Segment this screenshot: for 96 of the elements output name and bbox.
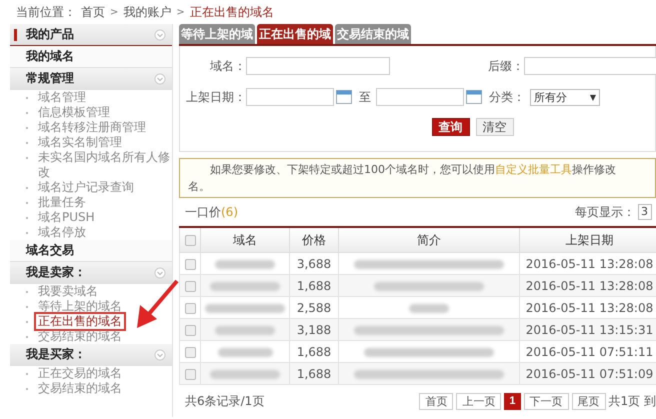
row-checkbox[interactable]: [184, 302, 196, 314]
table-cell: 3,188: [290, 318, 338, 340]
row-checkbox[interactable]: [184, 280, 196, 292]
table-cell: 2016-05-11 13:28:08: [520, 252, 656, 274]
table-cell: 1,688: [290, 340, 338, 362]
tab[interactable]: 正在出售的域: [257, 24, 333, 44]
chevron-down-icon[interactable]: [154, 72, 166, 84]
next-page-button[interactable]: 下一页: [524, 392, 569, 410]
range-label: 至: [359, 88, 371, 106]
prev-page-button[interactable]: 上一页: [456, 392, 502, 410]
row-checkbox[interactable]: [184, 368, 196, 380]
row-checkbox[interactable]: [184, 324, 196, 336]
sidebar-link[interactable]: 正在交易的域名: [36, 366, 124, 381]
chevron-down-icon[interactable]: [154, 28, 166, 40]
table-cell: 2016-05-11 13:28:08: [520, 274, 656, 296]
redacted-block: [215, 326, 275, 335]
field-label: 后缀：: [487, 58, 524, 74]
sidebar-link[interactable]: 交易结束的域名: [36, 329, 124, 344]
first-page-button[interactable]: 首页: [419, 392, 454, 410]
page-total: 共1页 到: [608, 392, 656, 410]
sidebar-link[interactable]: 域名过户记录查询: [36, 180, 136, 195]
sidebar-link[interactable]: 等待上架的域名: [36, 299, 124, 314]
table-cell: 2016-05-11 13:15:31: [520, 318, 656, 340]
field-label: 域名：: [209, 58, 246, 74]
active-marker-icon: [14, 28, 17, 40]
sidebar-section-header[interactable]: 我的产品: [10, 24, 172, 46]
sidebar-link[interactable]: 域名管理: [36, 90, 88, 105]
row-checkbox[interactable]: [184, 346, 196, 358]
field-label: 上架日期：: [185, 88, 246, 106]
redacted-block: [210, 370, 280, 379]
per-page-select[interactable]: 3: [638, 204, 652, 220]
domain-input[interactable]: [246, 57, 390, 75]
column-header: 域名: [200, 227, 290, 252]
chevron-down-icon[interactable]: [154, 348, 166, 360]
tab[interactable]: 等待上架的域: [179, 24, 255, 44]
section-title: 我是买家：: [26, 346, 87, 363]
page-number[interactable]: 1: [504, 392, 521, 410]
table-cell: 2016-05-11 07:51:09: [520, 362, 656, 384]
per-page-label: 每页显示：: [575, 204, 635, 220]
date-input[interactable]: [246, 88, 334, 106]
section-title: 常规管理: [26, 70, 75, 87]
breadcrumb-separator: >: [110, 6, 118, 18]
select-all-cell[interactable]: [180, 227, 200, 252]
redacted-block: [210, 282, 280, 291]
redacted-block: [218, 348, 272, 357]
section-title: 域名交易: [26, 242, 75, 259]
notice-text: 如果您要修改、下架特定或超过100个域名时，您可以使用 自定义批量工具操作修改: [209, 162, 617, 178]
section-title: 我的产品: [26, 26, 75, 43]
table-cell: 2016-05-11 07:51:11: [520, 340, 656, 362]
annotation-arrow: [137, 280, 179, 328]
record-summary: 共6条记录/1页: [185, 392, 264, 410]
category-select[interactable]: 所有分 ▼: [530, 88, 600, 106]
listing-title: 一口价(6): [185, 204, 238, 220]
row-checkbox[interactable]: [184, 258, 196, 270]
column-header: 上架日期: [520, 227, 656, 252]
breadcrumb-separator: >: [176, 6, 185, 18]
query-button[interactable]: 查询: [432, 118, 470, 136]
column-header: 简介: [338, 227, 520, 252]
clear-button[interactable]: 清空: [476, 118, 514, 136]
sidebar-link[interactable]: 域名停放: [36, 225, 88, 240]
redacted-block: [409, 304, 449, 313]
section-title: 我的域名: [26, 48, 75, 65]
field-label: 分类：: [489, 88, 525, 106]
notice-text: 名。: [188, 179, 211, 195]
tab[interactable]: 交易结束的域: [335, 24, 411, 44]
last-page-button[interactable]: 尾页: [572, 392, 606, 410]
sidebar-link[interactable]: 未实名国内域名所有人修改: [36, 150, 172, 180]
sidebar-section-header[interactable]: 我的域名: [10, 46, 172, 68]
sidebar-link[interactable]: 域名实名制管理: [36, 135, 124, 150]
table-cell: 1,688: [290, 274, 338, 296]
calendar-icon[interactable]: [466, 90, 482, 104]
sidebar-link[interactable]: 域名转移注册商管理: [36, 120, 148, 135]
chevron-down-icon[interactable]: [154, 266, 166, 278]
sidebar-section-header[interactable]: 我是买家：: [10, 344, 172, 366]
sidebar-link[interactable]: 我要卖域名: [36, 284, 100, 299]
table-cell: 2,588: [290, 296, 338, 318]
sidebar-link[interactable]: 正在出售的域名: [36, 314, 124, 329]
date-input[interactable]: [376, 88, 464, 106]
suffix-input[interactable]: [524, 57, 656, 75]
breadcrumb-link[interactable]: 我的账户: [123, 4, 172, 20]
sidebar-section-header[interactable]: 我是卖家：: [10, 262, 172, 284]
breadcrumb-link[interactable]: 首页: [81, 4, 105, 20]
sidebar-link[interactable]: 域名PUSH: [36, 210, 97, 225]
table-cell: 2016-05-11 13:28:08: [520, 296, 656, 318]
sidebar-section-header[interactable]: 域名交易: [10, 240, 172, 262]
section-title: 我是卖家：: [26, 264, 87, 281]
redacted-block: [215, 260, 275, 269]
calendar-icon[interactable]: [336, 90, 352, 104]
breadcrumb-label: 当前位置：: [16, 4, 76, 20]
column-header: 价格: [290, 227, 338, 252]
sidebar-section-header[interactable]: 常规管理: [10, 68, 172, 90]
sidebar-link[interactable]: 交易结束的域名: [36, 381, 124, 396]
table-cell: 3,688: [290, 252, 338, 274]
sidebar-link[interactable]: 信息模板管理: [36, 105, 112, 120]
table-cell: 1,688: [290, 362, 338, 384]
sidebar-link[interactable]: 批量任务: [36, 195, 88, 210]
